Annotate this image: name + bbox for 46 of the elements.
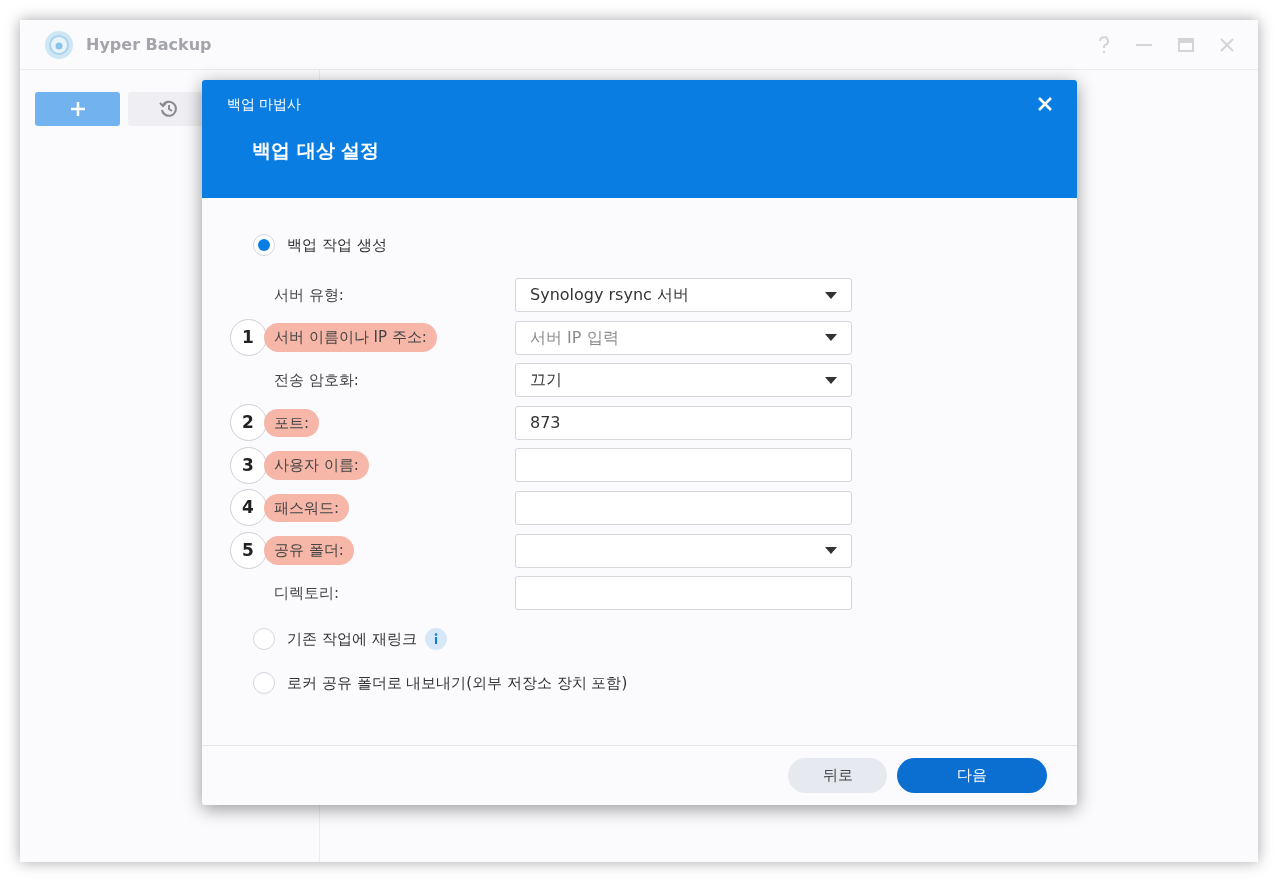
dropdown-field[interactable] bbox=[515, 533, 852, 568]
annotation-number: 2 bbox=[229, 404, 267, 442]
app-logo-icon bbox=[44, 29, 74, 60]
field-label: 사용자 이름: bbox=[264, 451, 369, 480]
annotation-number: 1 bbox=[229, 319, 267, 357]
field-label: 서버 이름이나 IP 주소: bbox=[264, 323, 437, 352]
dropdown-value: Synology rsync 서버 bbox=[530, 284, 689, 306]
dropdown-caret-icon bbox=[825, 376, 837, 384]
dropdown-field[interactable]: Synology rsync 서버 bbox=[515, 278, 852, 312]
dialog-heading: 백업 대상 설정 bbox=[252, 138, 381, 163]
back-button[interactable]: 뒤로 bbox=[788, 758, 887, 793]
dialog-title: 백업 마법사 bbox=[227, 94, 302, 114]
annotation-number: 5 bbox=[229, 532, 267, 570]
dropdown-caret-icon bbox=[825, 547, 837, 555]
field-label: 포트: bbox=[264, 408, 320, 438]
radio-button[interactable] bbox=[253, 234, 275, 256]
field-label: 패스워드: bbox=[264, 493, 350, 523]
dropdown-caret-icon bbox=[825, 334, 837, 342]
maximize-icon[interactable] bbox=[1178, 37, 1194, 52]
field-label: 디렉토리: bbox=[273, 582, 341, 604]
dropdown-value: 끄기 bbox=[530, 369, 562, 392]
dropdown-caret-icon bbox=[825, 291, 837, 299]
radio-label: 백업 작업 생성 bbox=[287, 234, 387, 256]
field-label: 전송 암호화: bbox=[273, 369, 360, 391]
field-label: 서버 유형: bbox=[273, 284, 345, 306]
next-button[interactable]: 다음 bbox=[897, 758, 1047, 793]
add-button[interactable] bbox=[35, 92, 120, 126]
text-field[interactable] bbox=[515, 490, 852, 525]
radio-button[interactable] bbox=[253, 628, 275, 651]
annotation-number: 4 bbox=[229, 489, 267, 527]
radio-label: 기존 작업에 재링크 bbox=[287, 628, 417, 650]
radio-label: 로커 공유 폴더로 내보내기(외부 저장소 장치 포함) bbox=[287, 672, 628, 694]
help-icon[interactable] bbox=[1098, 35, 1110, 54]
text-field[interactable]: 873 bbox=[515, 405, 852, 440]
field-label: 공유 폴더: bbox=[264, 536, 354, 565]
info-icon[interactable] bbox=[424, 628, 447, 651]
plus-icon bbox=[69, 101, 86, 117]
dropdown-field[interactable]: 끄기 bbox=[515, 363, 852, 398]
radio-button[interactable] bbox=[253, 672, 275, 695]
text-field[interactable] bbox=[515, 576, 852, 611]
window-title: Hyper Backup bbox=[86, 33, 212, 56]
minimize-icon[interactable] bbox=[1136, 43, 1152, 46]
dropdown-placeholder: 서버 IP 입력 bbox=[530, 326, 619, 349]
history-icon bbox=[159, 99, 179, 119]
text-field[interactable] bbox=[515, 448, 852, 483]
annotation-number: 3 bbox=[229, 446, 267, 484]
